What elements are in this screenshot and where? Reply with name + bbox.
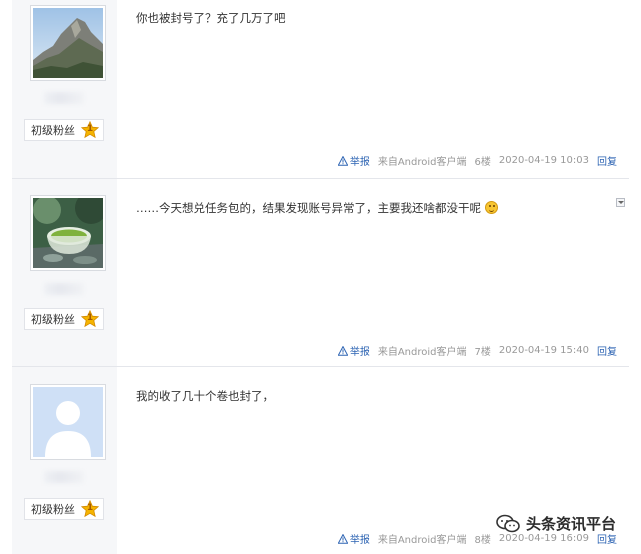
fan-level-badge[interactable]: 初级粉丝 1 bbox=[24, 308, 104, 330]
warning-icon bbox=[337, 155, 348, 166]
reply-link[interactable]: 回复 bbox=[597, 343, 617, 358]
star-icon: 1 bbox=[81, 310, 99, 328]
warning-icon bbox=[337, 533, 348, 544]
client-source: 来自Android客户端 bbox=[377, 535, 467, 546]
report-link[interactable]: 举报 bbox=[337, 343, 370, 358]
avatar[interactable] bbox=[30, 5, 106, 81]
fan-level-label: 初级粉丝 bbox=[31, 503, 75, 516]
username-blurred[interactable] bbox=[44, 92, 84, 104]
client-source: 来自Android客户端 bbox=[377, 347, 467, 358]
avatar-mountain-image bbox=[33, 8, 103, 78]
fan-level-number: 1 bbox=[86, 124, 94, 134]
fan-level-badge[interactable]: 初级粉丝 1 bbox=[24, 119, 104, 141]
post-list: 初级粉丝 1 你也被封号了？充了几万了吧 举报 来自Android客户端 6楼 … bbox=[12, 0, 629, 554]
warning-icon bbox=[337, 345, 348, 356]
post-time: 2020-04-19 15:40 bbox=[498, 345, 589, 356]
avatar[interactable] bbox=[30, 384, 106, 460]
report-link[interactable]: 举报 bbox=[337, 531, 370, 546]
fan-level-badge[interactable]: 初级粉丝 1 bbox=[24, 498, 104, 520]
client-source: 来自Android客户端 bbox=[377, 157, 467, 168]
username-blurred[interactable] bbox=[44, 283, 84, 295]
avatar-tea-cup-image bbox=[33, 198, 103, 268]
username-blurred[interactable] bbox=[44, 471, 84, 483]
star-icon: 1 bbox=[81, 121, 99, 139]
wechat-icon bbox=[496, 514, 520, 532]
post-meta: 举报 来自Android客户端 6楼 2020-04-19 10:03 回复 bbox=[337, 153, 617, 168]
watermark: 头条资讯平台 bbox=[496, 513, 616, 534]
default-avatar-icon bbox=[33, 387, 103, 457]
post-floor-7: 初级粉丝 1 ……今天想兑任务包的，结果发现账号异常了，主要我还啥都没干呢 举报… bbox=[12, 179, 629, 367]
fan-level-label: 初级粉丝 bbox=[31, 313, 75, 326]
reply-link[interactable]: 回复 bbox=[597, 153, 617, 168]
post-time: 2020-04-19 16:09 bbox=[498, 533, 589, 544]
report-link[interactable]: 举报 bbox=[337, 153, 370, 168]
fan-level-label: 初级粉丝 bbox=[31, 124, 75, 137]
post-content: ……今天想兑任务包的，结果发现账号异常了，主要我还啥都没干呢 bbox=[136, 200, 498, 216]
post-floor-6: 初级粉丝 1 你也被封号了？充了几万了吧 举报 来自Android客户端 6楼 … bbox=[12, 0, 629, 179]
avatar[interactable] bbox=[30, 195, 106, 271]
post-content: 我的收了几十个卷也封了， bbox=[136, 389, 274, 403]
floor-number: 7楼 bbox=[474, 347, 491, 358]
star-icon: 1 bbox=[81, 500, 99, 518]
floor-number: 6楼 bbox=[474, 157, 491, 168]
watermark-text: 头条资讯平台 bbox=[526, 515, 617, 533]
grin-emoji-icon bbox=[484, 201, 498, 214]
post-time: 2020-04-19 10:03 bbox=[498, 155, 589, 166]
floor-number: 8楼 bbox=[474, 535, 491, 546]
fan-level-number: 1 bbox=[86, 313, 94, 323]
fan-level-number: 1 bbox=[86, 503, 94, 513]
collapse-dropdown-icon[interactable] bbox=[616, 198, 625, 207]
post-meta: 举报 来自Android客户端 7楼 2020-04-19 15:40 回复 bbox=[337, 343, 617, 358]
post-content: 你也被封号了？充了几万了吧 bbox=[136, 11, 286, 25]
